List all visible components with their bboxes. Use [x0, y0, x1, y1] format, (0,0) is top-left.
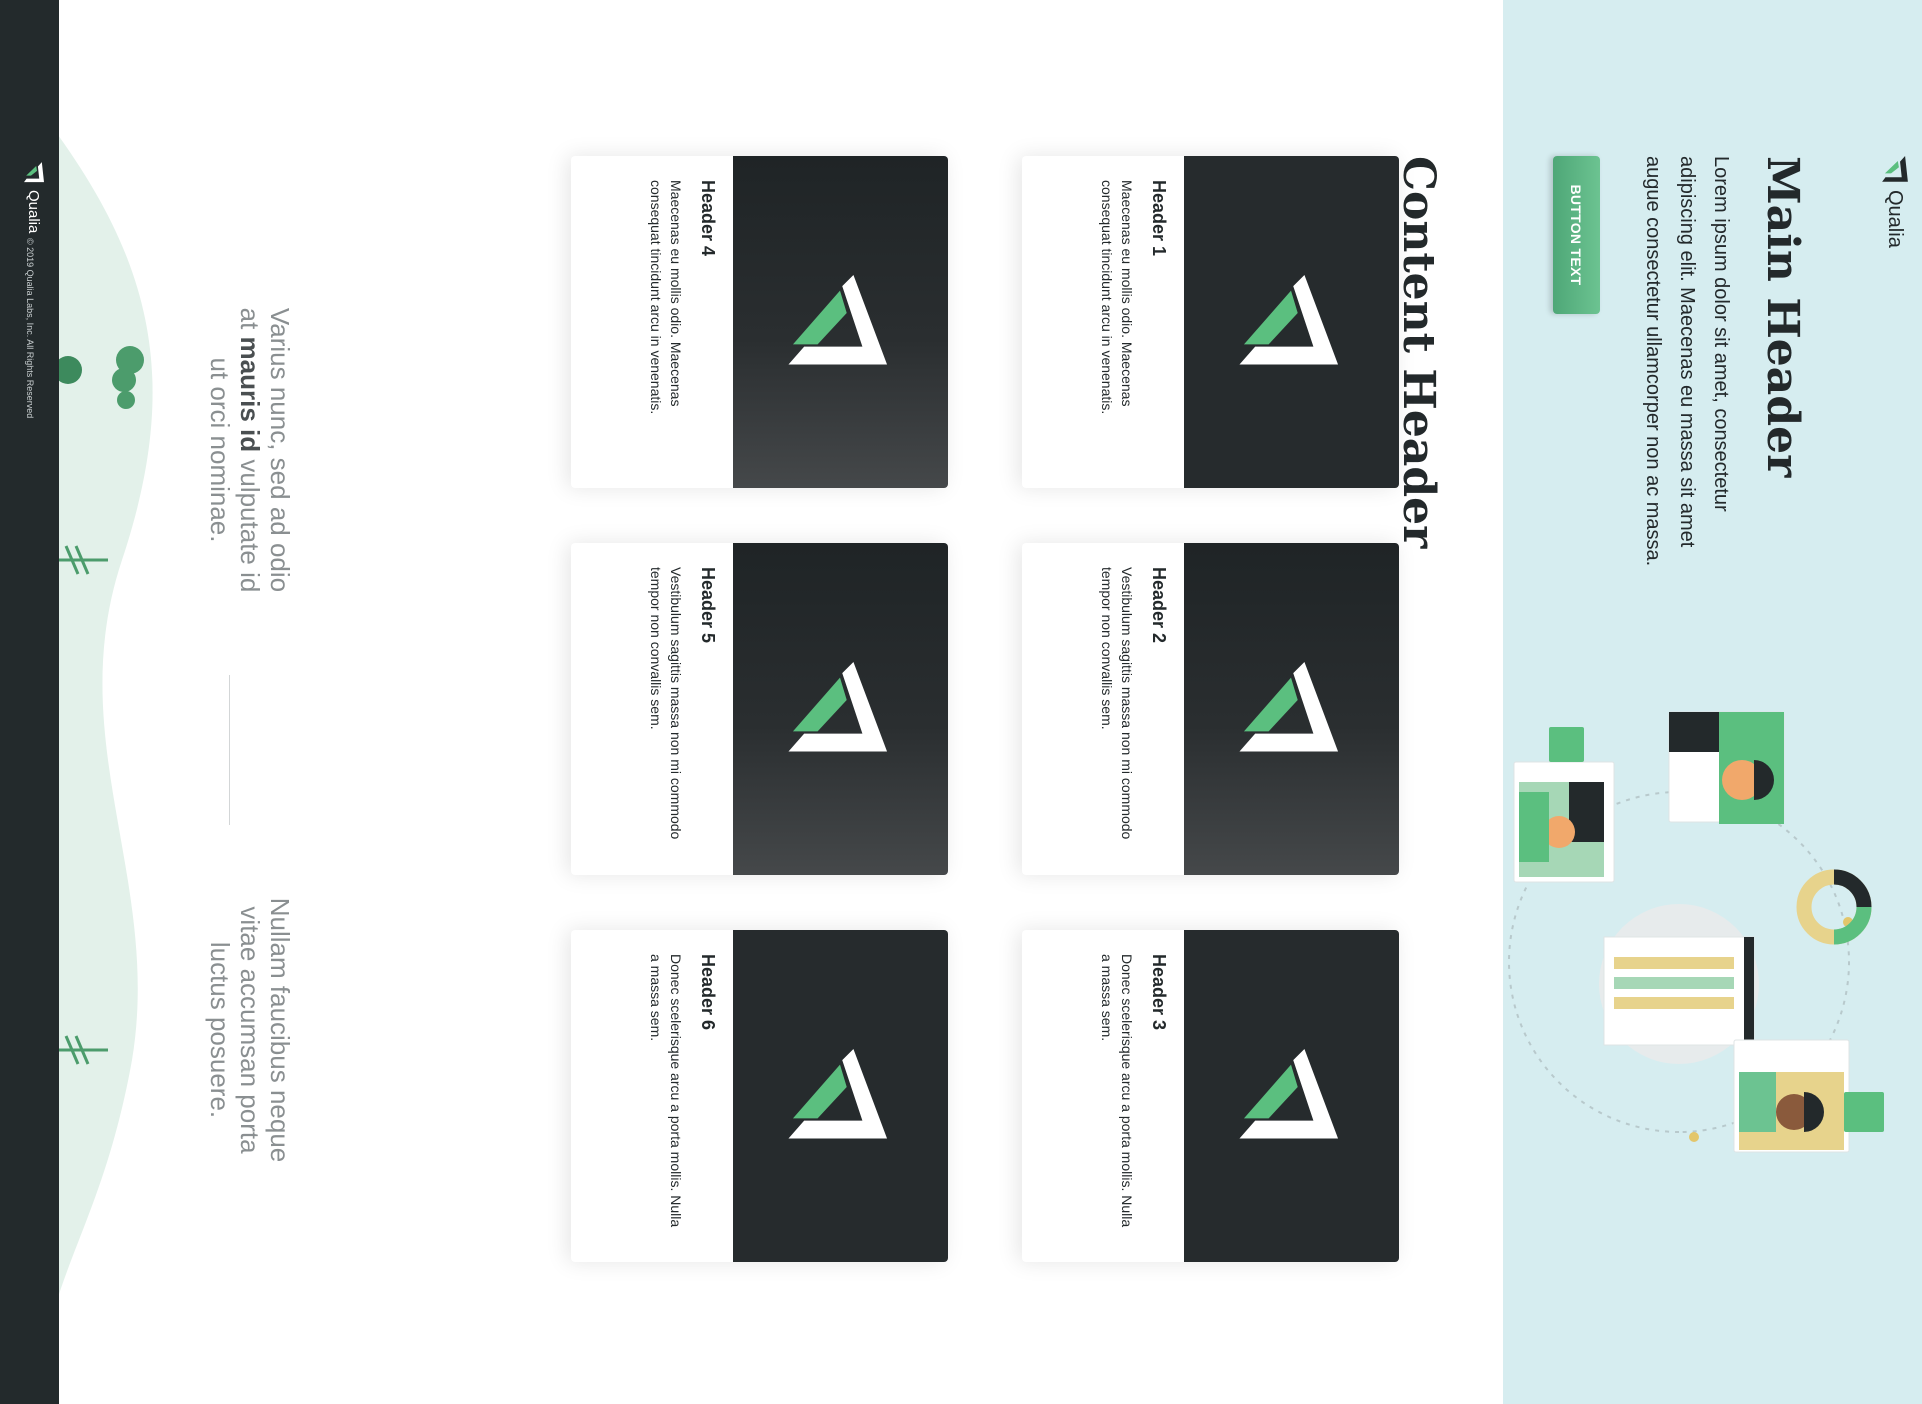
qualia-logo-icon: [1882, 156, 1908, 182]
qualia-logo-icon: [1239, 661, 1339, 752]
quote-divider: [229, 675, 230, 825]
quote-left-bold: mauris id: [235, 336, 265, 453]
card-title: Header 5: [698, 567, 718, 644]
card-media: [1184, 930, 1399, 1262]
card-text: Donec scelerisque arcu a porta mollis. N…: [648, 954, 684, 1228]
card-media: [733, 930, 948, 1262]
card-4[interactable]: Header 4 Maecenas eu mollis odio. Maecen…: [571, 156, 948, 488]
quote-left: Varius nunc, sed ad odio at mauris id vu…: [205, 300, 295, 600]
qualia-logo-icon: [1239, 274, 1339, 365]
card-title: Header 2: [1149, 567, 1169, 644]
card-text: Vestibulum sagittis massa non mi commodo…: [648, 567, 684, 840]
card-media: [733, 156, 948, 488]
logo-text: Qualia: [25, 190, 43, 234]
qualia-logo-icon: [788, 274, 888, 365]
qualia-logo-icon: [788, 1048, 888, 1139]
card-title: Header 6: [698, 954, 718, 1031]
donut-chart-icon: [1796, 869, 1872, 945]
footer: Qualia © 2019 Qualia Labs, Inc. All Righ…: [0, 0, 59, 1404]
card-text: Vestibulum sagittis massa non mi commodo…: [1099, 567, 1135, 840]
card-text: Maecenas eu mollis odio. Maecenas conseq…: [648, 180, 684, 415]
header-logo[interactable]: Qualia: [1882, 156, 1908, 248]
qualia-logo-icon: [1239, 1048, 1339, 1139]
main-header: Main Header: [1757, 156, 1808, 478]
hero-text: Lorem ipsum dolor sit amet, consectetur …: [1642, 156, 1732, 567]
wave-decoration: [47, 120, 153, 1340]
card-text: Maecenas eu mollis odio. Maecenas conseq…: [1099, 180, 1135, 415]
qualia-logo-icon: [24, 162, 44, 183]
card-text: Donec scelerisque arcu a porta mollis. N…: [1099, 954, 1135, 1228]
hero-cta-button[interactable]: BUTTON TEXT: [1553, 156, 1600, 314]
card-title: Header 3: [1149, 954, 1169, 1031]
card-1[interactable]: Header 1 Maecenas eu mollis odio. Maecen…: [1022, 156, 1399, 488]
qualia-logo-icon: [788, 661, 888, 752]
hero-section: Qualia Main Header Lorem ipsum dolor sit…: [1503, 0, 1922, 1404]
logo-text: Qualia: [1884, 190, 1907, 248]
card-3[interactable]: Header 3 Donec scelerisque arcu a porta …: [1022, 930, 1399, 1262]
footer-logo[interactable]: Qualia: [24, 162, 44, 233]
copyright-text: © 2019 Qualia Labs, Inc. All Rights Rese…: [25, 238, 35, 419]
card-media: [1184, 543, 1399, 875]
page-canvas: Qualia Main Header Lorem ipsum dolor sit…: [0, 0, 1922, 1404]
card-title: Header 1: [1149, 180, 1169, 257]
quote-right: Nullam faucibus neque vitae accumsan por…: [205, 897, 295, 1163]
card-6[interactable]: Header 6 Donec scelerisque arcu a porta …: [571, 930, 948, 1262]
card-title: Header 4: [698, 180, 718, 257]
card-media: [1184, 156, 1399, 488]
content-header: Content Header: [1393, 156, 1444, 549]
team-workflow-illustration: [1508, 711, 1884, 1153]
card-5[interactable]: Header 5 Vestibulum sagittis massa non m…: [571, 543, 948, 875]
card-2[interactable]: Header 2 Vestibulum sagittis massa non m…: [1022, 543, 1399, 875]
card-media: [733, 543, 948, 875]
